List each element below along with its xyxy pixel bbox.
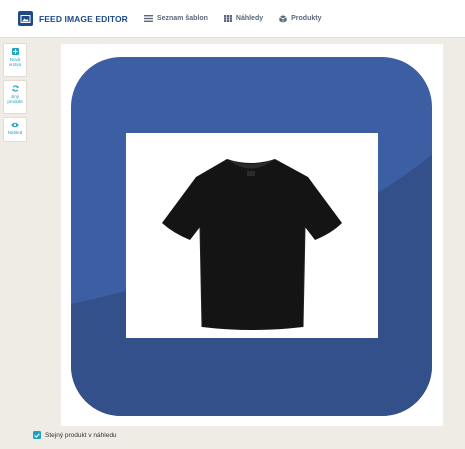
canvas-artwork bbox=[71, 57, 432, 416]
brand[interactable]: FEED IMAGE EDITOR bbox=[18, 11, 128, 26]
nav-templates-label: Seznam šablon bbox=[156, 15, 208, 22]
other-product-label-1: Jiný bbox=[10, 94, 20, 99]
check-icon bbox=[34, 432, 40, 438]
list-icon bbox=[143, 15, 153, 22]
refresh-icon bbox=[12, 85, 18, 92]
footer: Stejný produkt v náhledu bbox=[33, 431, 117, 439]
app-title: FEED IMAGE EDITOR bbox=[39, 13, 128, 24]
eye-icon bbox=[11, 122, 19, 128]
nav-previews[interactable]: Náhledy bbox=[223, 15, 264, 22]
top-bar: FEED IMAGE EDITOR Seznam šablon Náhledy bbox=[0, 0, 465, 38]
box-icon bbox=[279, 14, 287, 23]
preview-label: Náhled bbox=[7, 130, 23, 135]
preview-button[interactable]: Náhled bbox=[3, 117, 27, 142]
nav-previews-label: Náhledy bbox=[235, 15, 264, 22]
new-layer-label-1: Nová bbox=[9, 57, 21, 62]
same-product-label[interactable]: Stejný produkt v náhledu bbox=[45, 432, 117, 439]
plus-square-icon bbox=[11, 48, 19, 55]
grid-icon bbox=[223, 15, 232, 22]
new-layer-label-2: vrstva bbox=[8, 62, 22, 68]
nav-products[interactable]: Produkty bbox=[279, 14, 322, 23]
same-product-checkbox[interactable] bbox=[33, 431, 41, 439]
other-product-label-2: produkt bbox=[7, 99, 23, 105]
image-editor-logo-icon bbox=[18, 11, 33, 26]
nav-products-label: Produkty bbox=[291, 15, 322, 22]
new-layer-button[interactable]: Nová vrstva bbox=[3, 43, 27, 77]
editor-canvas[interactable] bbox=[61, 44, 443, 426]
other-product-button[interactable]: Jiný produkt bbox=[3, 80, 27, 114]
nav-templates[interactable]: Seznam šablon bbox=[143, 15, 208, 22]
